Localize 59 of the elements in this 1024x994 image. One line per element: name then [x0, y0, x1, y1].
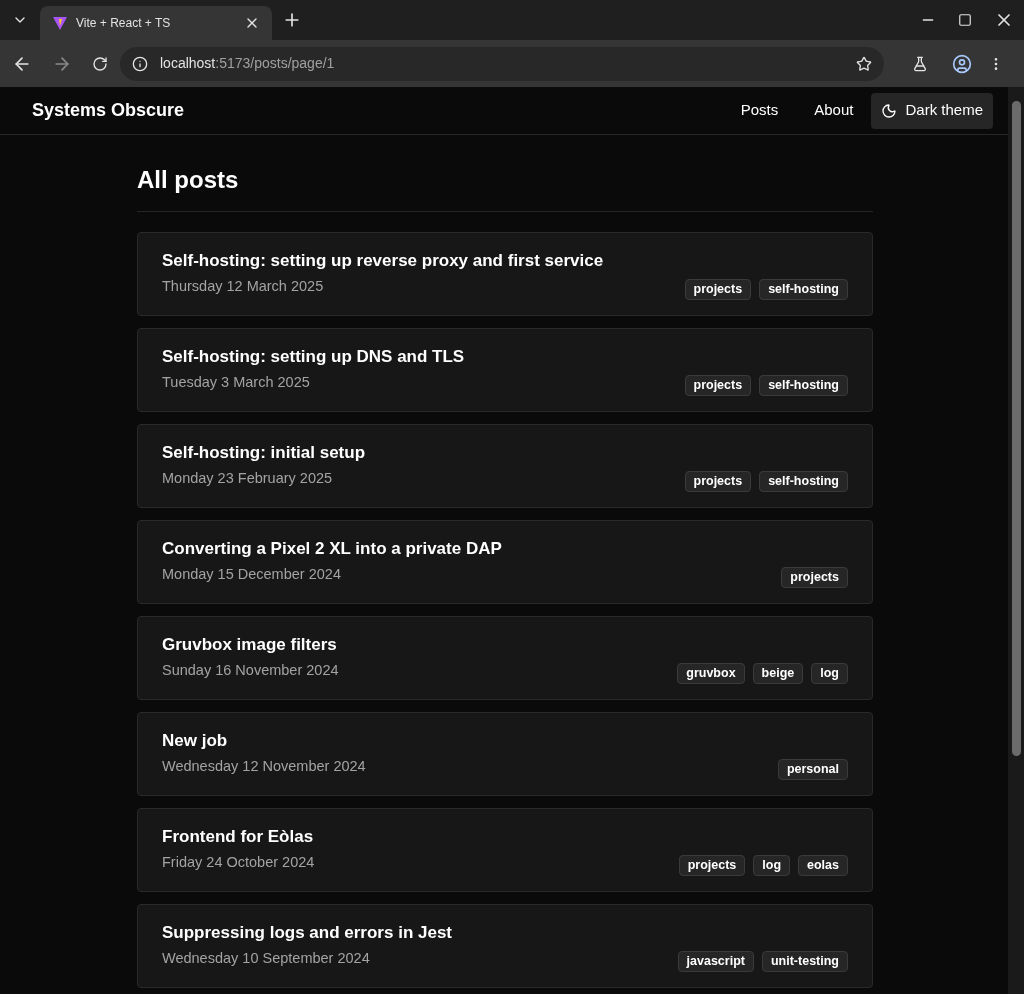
post-title[interactable]: Gruvbox image filters	[162, 632, 848, 657]
tag[interactable]: log	[811, 662, 848, 684]
post-card[interactable]: Suppressing logs and errors in Jest Wednesday 10 September 2024 javascript unit-testing	[137, 904, 873, 988]
scrollbar[interactable]	[1008, 87, 1024, 994]
post-title[interactable]: Frontend for Eòlas	[162, 824, 848, 849]
tag[interactable]: eolas	[798, 854, 848, 876]
post-title[interactable]: New job	[162, 728, 848, 753]
post-date: Monday 23 February 2025	[162, 469, 334, 488]
profile-icon[interactable]	[952, 53, 972, 74]
tag[interactable]: javascript	[677, 950, 754, 972]
post-date: Tuesday 3 March 2025	[162, 373, 311, 392]
post-card[interactable]: Self-hosting: setting up DNS and TLS Tuesday 3 March 2025 projects self-hosting	[137, 328, 873, 412]
tag[interactable]: unit-testing	[761, 950, 848, 972]
post-card[interactable]: Converting a Pixel 2 XL into a private DAP Monday 15 December 2024 projects	[137, 520, 873, 604]
tab-title: Vite + React + TS	[76, 15, 172, 32]
tag[interactable]: projects	[678, 854, 746, 876]
site-info-icon[interactable]	[132, 55, 148, 72]
moon-icon	[881, 102, 898, 119]
post-date: Friday 24 October 2024	[162, 853, 316, 872]
address-bar[interactable]: localhost:5173/posts/page/1	[120, 46, 884, 81]
post-title[interactable]: Self-hosting: setting up reverse proxy and first service	[162, 248, 848, 273]
url-path: :5173/posts/page/1	[215, 55, 335, 71]
tag[interactable]: self-hosting	[759, 374, 848, 396]
post-card[interactable]: Self-hosting: setting up reverse proxy and first service Thursday 12 March 2025 projects self-hosting	[137, 232, 873, 316]
post-title[interactable]: Self-hosting: initial setup	[162, 440, 848, 465]
tag[interactable]: gruvbox	[677, 662, 745, 684]
url-host: localhost	[160, 55, 216, 71]
tag[interactable]: projects	[684, 374, 752, 396]
tag[interactable]: projects	[684, 470, 752, 492]
theme-toggle-button[interactable]: Dark theme	[871, 92, 993, 129]
nav-link[interactable]: Posts	[722, 91, 797, 130]
tag[interactable]: self-hosting	[759, 470, 848, 492]
tag[interactable]: projects	[684, 278, 752, 300]
tag[interactable]: projects	[781, 566, 848, 588]
post-date: Monday 15 December 2024	[162, 565, 342, 584]
tag[interactable]: personal	[777, 758, 848, 780]
maximize-icon[interactable]	[958, 13, 972, 27]
post-card[interactable]: Self-hosting: initial setup Monday 23 February 2025 projects self-hosting	[137, 424, 873, 508]
post-date: Sunday 16 November 2024	[162, 661, 340, 680]
bookmark-icon[interactable]	[856, 55, 872, 72]
flask-icon[interactable]	[912, 55, 928, 72]
post-date: Wednesday 12 November 2024	[162, 757, 367, 776]
logo-icon	[52, 15, 68, 31]
post-date: Thursday 12 March 2025	[162, 277, 325, 296]
page-heading: All posts	[137, 165, 240, 195]
nav-link[interactable]: About	[796, 91, 872, 130]
tag[interactable]: self-hosting	[759, 278, 848, 300]
tag[interactable]: beige	[752, 662, 804, 684]
post-card[interactable]: New job Wednesday 12 November 2024 personal	[137, 712, 873, 796]
post-date: Wednesday 10 September 2024	[162, 949, 371, 968]
post-title[interactable]: Self-hosting: setting up DNS and TLS	[162, 344, 848, 369]
post-card[interactable]: Frontend for Eòlas Friday 24 October 2024 projects log eolas	[137, 808, 873, 892]
browser-tab[interactable]: Vite + React + TS	[40, 6, 272, 40]
tag[interactable]: log	[753, 854, 791, 876]
post-title[interactable]: Suppressing logs and errors in Jest	[162, 920, 848, 945]
reload-icon[interactable]	[92, 55, 108, 72]
post-title[interactable]: Converting a Pixel 2 XL into a private DAP	[162, 536, 848, 561]
site-title[interactable]: Systems Obscure	[32, 97, 723, 124]
post-card[interactable]: Gruvbox image filters Sunday 16 November 2024 gruvbox beige log	[137, 616, 873, 700]
